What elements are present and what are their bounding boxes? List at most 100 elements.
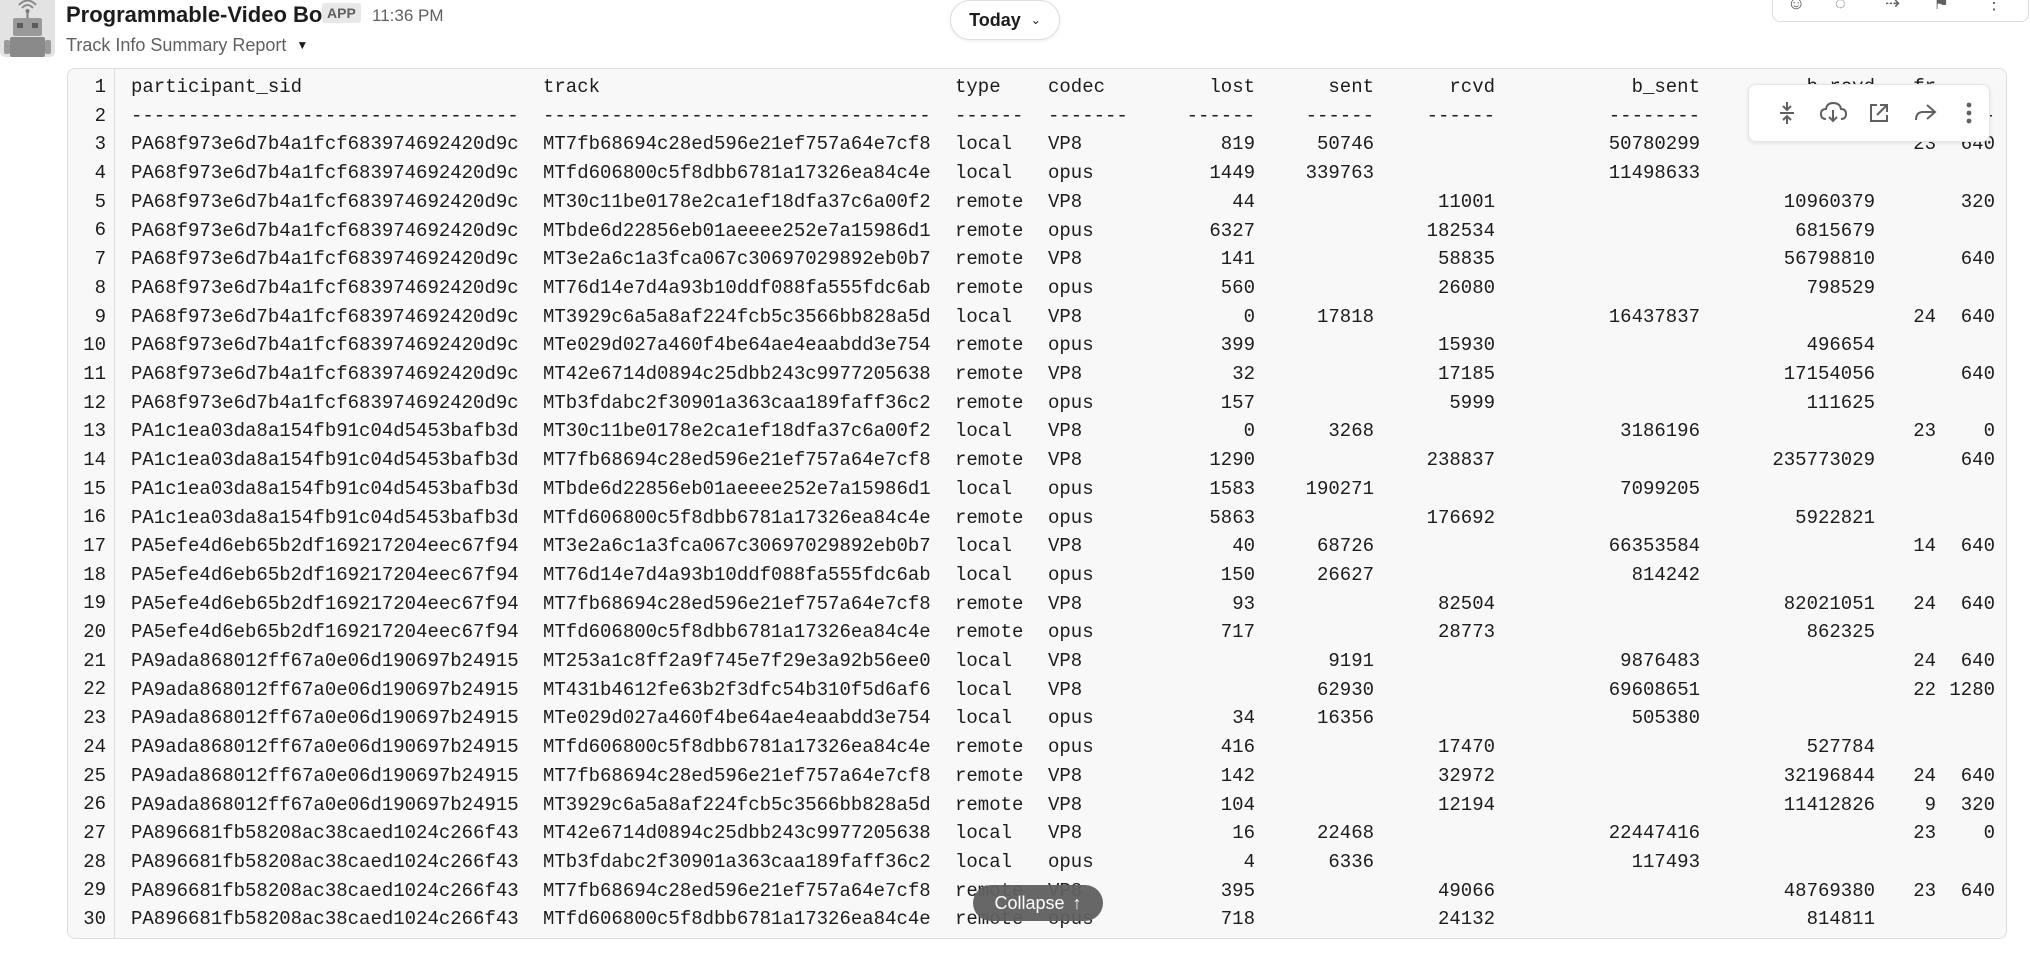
cell-type: remote <box>955 248 1024 271</box>
cloud-download-icon[interactable] <box>1819 99 1847 127</box>
table-row: PA9ada868012ff67a0e06d190697b24915 MT7fb6… <box>115 762 2006 791</box>
cell-participant-sid: PA9ada868012ff67a0e06d190697b24915 <box>131 764 519 787</box>
cell-height: 360 <box>2000 303 2006 332</box>
table-row: PA5efe4d6eb65b2df169217204eec67f94 MT76d1… <box>115 561 2006 590</box>
date-divider-button[interactable]: Today ⌄ <box>950 0 1060 40</box>
table-row: PA1c1ea03da8a154fb91c04d5453bafb3d MTfd60… <box>115 504 2006 533</box>
cell-lost: lost <box>1209 76 1255 98</box>
cell-lost: 399 <box>1220 334 1255 357</box>
bookmark-icon[interactable]: ⚑ <box>1933 0 1949 14</box>
cell-track-id: track <box>543 76 601 98</box>
cell-participant-sid: PA5efe4d6eb65b2df169217204eec67f94 <box>131 621 519 644</box>
cell-lost: 1290 <box>1209 449 1255 472</box>
cell-width: 640 <box>1960 535 1995 558</box>
cell-track-id: MT30c11be0178e2ca1ef18dfa37c6a00f2 <box>543 190 931 213</box>
cell-participant-sid: PA5efe4d6eb65b2df169217204eec67f94 <box>131 535 519 558</box>
line-number: 25 <box>83 764 106 787</box>
message-timestamp[interactable]: 11:36 PM <box>372 6 444 26</box>
cell-width: 640 <box>1960 248 1995 271</box>
cell-lost: ------ <box>1186 104 1255 127</box>
arrow-up-icon: ↑ <box>1072 892 1082 913</box>
cell-participant-sid: PA9ada868012ff67a0e06d190697b24915 <box>131 707 519 730</box>
line-number: 11 <box>83 362 106 385</box>
cell-width: 0 <box>1983 822 1995 845</box>
line-number: 6 <box>94 219 106 242</box>
table-row: PA9ada868012ff67a0e06d190697b24915 MTfd60… <box>115 733 2006 762</box>
cell-b-sent: 505380 <box>1631 707 1700 730</box>
cell-track-id: MTe029d027a460f4be64ae4eaabdd3e754 <box>543 707 931 730</box>
cell-rcvd: 49066 <box>1437 879 1495 902</box>
cell-track-id: MT7fb68694c28ed596e21ef757a64e7cf8 <box>543 879 931 902</box>
cell-b-sent: b_sent <box>1631 76 1700 98</box>
share-forward-icon[interactable] <box>1911 99 1939 127</box>
line-number: 8 <box>94 276 106 299</box>
forward-icon[interactable]: ⇢ <box>1885 0 1900 14</box>
cell-b-rcvd: 56798810 <box>1783 248 1875 271</box>
collapse-button[interactable]: Collapse ↑ <box>973 885 1103 921</box>
cell-participant-sid: PA68f973e6d7b4a1fcf683974692420d9c <box>131 190 519 213</box>
cell-lost: 40 <box>1232 535 1255 558</box>
cell-participant-sid: PA68f973e6d7b4a1fcf683974692420d9c <box>131 133 519 156</box>
cell-codec: VP8 <box>1048 592 1083 615</box>
cell-rcvd: 15930 <box>1437 334 1495 357</box>
cell-codec: codec <box>1048 76 1106 98</box>
cell-rcvd: 28773 <box>1437 621 1495 644</box>
cell-fr: 23 <box>1913 420 1936 443</box>
cell-b-sent: 9876483 <box>1620 650 1700 672</box>
cell-track-id: MT431b4612fe63b2f3dfc54b310f5d6af6 <box>543 678 931 701</box>
table-row: PA68f973e6d7b4a1fcf683974692420d9c MT7fb6… <box>115 130 2006 159</box>
report-title-dropdown[interactable]: Track Info Summary Report ▼ <box>66 35 308 56</box>
cell-width: 1280 <box>1949 678 1995 701</box>
cell-type: remote <box>955 219 1024 242</box>
cell-sent: 3268 <box>1328 420 1374 443</box>
collapse-label: Collapse <box>994 892 1065 913</box>
cell-lost: 142 <box>1220 764 1255 787</box>
cell-track-id: MT42e6714d0894c25dbb243c9977205638 <box>543 822 931 845</box>
emoji-reaction-icon[interactable]: ☺ <box>1787 0 1805 14</box>
cell-type: remote <box>955 621 1024 644</box>
cell-type: local <box>955 822 1013 845</box>
line-number: 27 <box>83 821 106 844</box>
cell-codec: opus <box>1048 506 1094 529</box>
cell-track-id: MT3929c6a5a8af224fcb5c3566bb828a5d <box>543 793 931 816</box>
cell-type: local <box>955 678 1013 701</box>
bot-avatar[interactable] <box>0 0 55 57</box>
reply-thread-icon[interactable]: ◌ <box>1835 0 1846 14</box>
cell-participant-sid: PA9ada868012ff67a0e06d190697b24915 <box>131 793 519 816</box>
cell-lost: 4 <box>1243 850 1255 873</box>
table-row: PA9ada868012ff67a0e06d190697b24915 MTe029… <box>115 704 2006 733</box>
cell-track-id: ---------------------------------- <box>543 104 931 127</box>
report-title: Track Info Summary Report <box>66 35 287 55</box>
cell-fr: 24 <box>1913 650 1936 672</box>
cell-participant-sid: PA9ada868012ff67a0e06d190697b24915 <box>131 736 519 759</box>
chevron-down-icon: ⌄ <box>1030 13 1041 27</box>
collapse-vertical-icon[interactable] <box>1773 99 1801 127</box>
cell-lost: 0 <box>1243 420 1255 443</box>
more-actions-icon[interactable]: ⋮ <box>1985 0 2003 14</box>
bot-name[interactable]: Programmable-Video Bot <box>66 2 330 28</box>
code-content[interactable]: participant_sid track type codec lost sent rcv… <box>115 69 2006 938</box>
line-number: 30 <box>83 907 106 930</box>
cell-participant-sid: PA1c1ea03da8a154fb91c04d5453bafb3d <box>131 506 519 529</box>
cell-rcvd: 12194 <box>1437 793 1495 816</box>
cell-fr: 22 <box>1913 678 1936 701</box>
cell-lost: 141 <box>1220 248 1255 271</box>
cell-codec: VP8 <box>1048 420 1083 443</box>
line-number: 5 <box>94 190 106 213</box>
cell-width: 640 <box>1960 650 1995 672</box>
cell-participant-sid: PA896681fb58208ac38caed1024c266f43 <box>131 822 519 845</box>
line-number: 17 <box>83 535 106 557</box>
cell-width: 0 <box>1983 420 1995 443</box>
cell-lost: 717 <box>1220 621 1255 644</box>
cell-rcvd: 82504 <box>1437 592 1495 615</box>
table-header-row: participant_sid track type codec lost sent rcv… <box>115 73 2006 102</box>
cell-codec: opus <box>1048 276 1094 299</box>
cell-fr: 9 <box>1924 793 1936 816</box>
table-row: PA68f973e6d7b4a1fcf683974692420d9c MTfd60… <box>115 159 2006 188</box>
table-row: PA68f973e6d7b4a1fcf683974692420d9c MTe029… <box>115 331 2006 360</box>
open-external-icon[interactable] <box>1865 99 1893 127</box>
cell-b-rcvd: 10960379 <box>1783 190 1875 213</box>
cell-height: - <box>2000 102 2006 131</box>
more-vertical-icon[interactable] <box>1955 99 1983 127</box>
cell-track-id: MT42e6714d0894c25dbb243c9977205638 <box>543 363 931 385</box>
